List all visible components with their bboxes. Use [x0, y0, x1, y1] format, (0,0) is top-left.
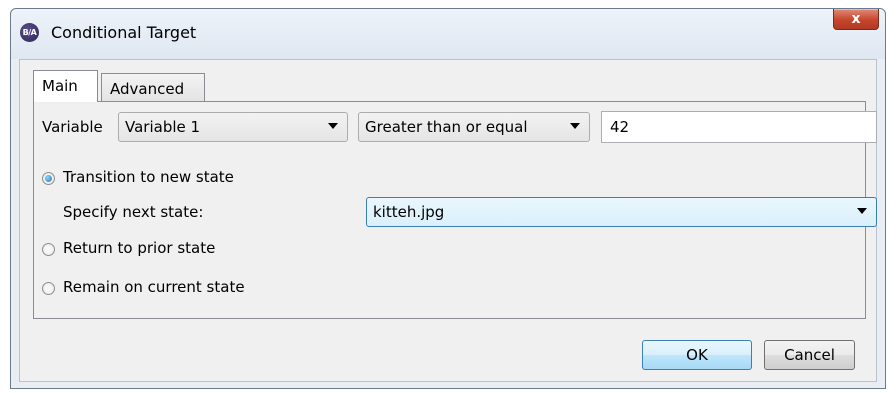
dialog-content: Main Advanced Variable Variable 1 Greate…	[19, 59, 877, 382]
variable-dropdown-value: Variable 1	[125, 118, 201, 136]
tab-main[interactable]: Main	[33, 70, 98, 102]
next-state-dropdown-value: kitteh.jpg	[373, 203, 445, 221]
variable-label: Variable	[42, 118, 103, 136]
transition-radio[interactable]	[42, 172, 55, 185]
operator-dropdown[interactable]: Greater than or equal	[358, 112, 590, 142]
chevron-down-icon	[328, 123, 338, 129]
return-prior-label[interactable]: Return to prior state	[63, 239, 215, 257]
specify-next-state-label: Specify next state:	[63, 203, 204, 221]
close-button[interactable]: x	[833, 9, 879, 30]
transition-label[interactable]: Transition to new state	[63, 168, 234, 186]
window-title: Conditional Target	[51, 23, 197, 42]
remain-current-label[interactable]: Remain on current state	[63, 278, 245, 296]
chevron-down-icon	[570, 123, 580, 129]
ok-button[interactable]: OK	[642, 340, 752, 370]
variable-dropdown[interactable]: Variable 1	[118, 112, 348, 142]
tab-advanced[interactable]: Advanced	[101, 73, 205, 102]
next-state-dropdown[interactable]: kitteh.jpg	[366, 197, 877, 227]
cancel-button[interactable]: Cancel	[764, 340, 855, 370]
main-tab-panel: Variable Variable 1 Greater than or equa…	[33, 101, 877, 319]
return-prior-radio[interactable]	[42, 243, 55, 256]
chevron-down-icon	[857, 208, 867, 214]
conditional-target-dialog: B/A Conditional Target x Main Advanced V…	[10, 8, 886, 389]
remain-current-radio[interactable]	[42, 282, 55, 295]
app-logo-icon: B/A	[20, 23, 39, 42]
compare-value-input[interactable]: 42	[601, 111, 877, 143]
title-bar[interactable]: B/A Conditional Target x	[11, 9, 885, 59]
operator-dropdown-value: Greater than or equal	[365, 118, 528, 136]
